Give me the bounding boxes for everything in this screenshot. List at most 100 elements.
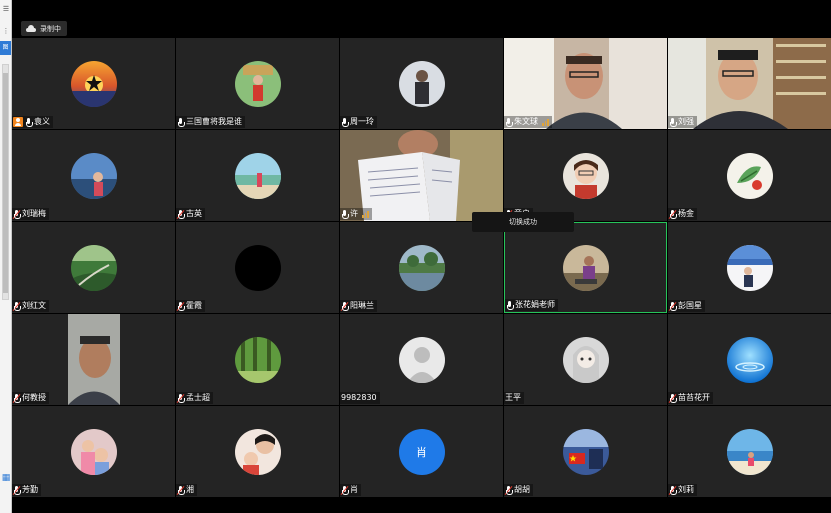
background-tab[interactable]: 图 bbox=[0, 41, 11, 55]
mic-muted-icon bbox=[176, 485, 185, 495]
name-tag: 刘瑞梅 bbox=[12, 208, 49, 220]
scrollbar[interactable] bbox=[2, 64, 9, 300]
participant-name: 王平 bbox=[505, 393, 521, 402]
menu-icon[interactable]: ☰ bbox=[0, 4, 12, 14]
avatar bbox=[562, 152, 609, 199]
avatar bbox=[70, 60, 117, 107]
name-tag: 湘 bbox=[176, 484, 197, 496]
mic-muted-icon bbox=[176, 301, 185, 311]
mic-muted-icon bbox=[12, 393, 21, 403]
participant-tile-active-speaker[interactable]: 张花娟老师 bbox=[504, 222, 667, 313]
participant-name: 刘红文 bbox=[22, 301, 46, 310]
participant-tile[interactable]: 周一玲 bbox=[340, 38, 503, 129]
mic-muted-icon bbox=[668, 393, 677, 403]
avatar bbox=[562, 428, 609, 475]
name-tag: 何教授 bbox=[12, 392, 49, 404]
participant-name: 古英 bbox=[186, 209, 202, 218]
name-tag: 许 bbox=[340, 208, 372, 220]
participant-video bbox=[68, 314, 120, 405]
participant-tile[interactable]: 三国曹将我是谁 bbox=[176, 38, 339, 129]
participant-tile[interactable]: 9982830 bbox=[340, 314, 503, 405]
participant-tile[interactable]: 何教授 bbox=[12, 314, 175, 405]
mic-muted-icon bbox=[176, 393, 185, 403]
name-tag: 王平 bbox=[504, 392, 524, 404]
participant-tile[interactable]: 刘瑞梅 bbox=[12, 130, 175, 221]
participant-tile[interactable]: 古英 bbox=[176, 130, 339, 221]
avatar bbox=[398, 244, 445, 291]
avatar bbox=[726, 244, 773, 291]
participant-tile[interactable]: 朱文球 bbox=[504, 38, 667, 129]
name-tag: 彭国星 bbox=[668, 300, 705, 312]
participant-name: 杨金 bbox=[678, 209, 694, 218]
participant-name: 霍霞 bbox=[186, 301, 202, 310]
participant-tile[interactable]: 湘 bbox=[176, 406, 339, 497]
avatar bbox=[70, 244, 117, 291]
avatar bbox=[726, 336, 773, 383]
mic-muted-icon bbox=[340, 485, 349, 495]
signal-icon bbox=[542, 118, 549, 126]
mic-muted-icon bbox=[340, 301, 349, 311]
avatar bbox=[726, 428, 773, 475]
cloud-record-icon bbox=[26, 25, 36, 32]
mic-muted-icon bbox=[12, 301, 21, 311]
participant-tile[interactable]: 刘强 bbox=[668, 38, 831, 129]
name-tag: 刘莉 bbox=[668, 484, 697, 496]
participant-name: 湘 bbox=[186, 485, 194, 494]
mic-muted-icon bbox=[668, 209, 677, 219]
scrollbar-thumb[interactable] bbox=[3, 73, 8, 293]
name-tag: 胡胡 bbox=[504, 484, 533, 496]
participant-tile[interactable]: 许 bbox=[340, 130, 503, 221]
participant-tile[interactable]: 阳琳兰 bbox=[340, 222, 503, 313]
participant-tile[interactable]: 杨金 bbox=[668, 130, 831, 221]
name-tag: 霍霞 bbox=[176, 300, 205, 312]
mic-muted-icon bbox=[176, 209, 185, 219]
participant-name: 张花娟老师 bbox=[515, 300, 555, 309]
switch-success-toast: 切换成功 bbox=[472, 212, 574, 232]
participant-tile[interactable]: 苗苔花开 bbox=[668, 314, 831, 405]
recording-badge[interactable]: 录制中 bbox=[21, 21, 67, 36]
participant-tile[interactable]: 童启 bbox=[504, 130, 667, 221]
participant-name: 袁义 bbox=[34, 117, 50, 126]
mic-icon bbox=[25, 117, 33, 127]
participant-name: 三国曹将我是谁 bbox=[186, 117, 242, 126]
participant-name: 胡胡 bbox=[514, 485, 530, 494]
dots-icon[interactable]: ⋮ bbox=[0, 26, 12, 36]
participant-name: 刘莉 bbox=[678, 485, 694, 494]
participant-tile[interactable]: 霍霞 bbox=[176, 222, 339, 313]
participant-tile[interactable]: 肖 肖 bbox=[340, 406, 503, 497]
participant-name: 9982830 bbox=[341, 393, 377, 402]
participant-tile[interactable]: 袁义 bbox=[12, 38, 175, 129]
avatar bbox=[562, 244, 609, 291]
avatar bbox=[70, 152, 117, 199]
signal-icon bbox=[362, 210, 369, 218]
avatar bbox=[70, 428, 117, 475]
avatar bbox=[726, 152, 773, 199]
recording-label: 录制中 bbox=[40, 24, 61, 33]
participant-tile[interactable]: 胡胡 bbox=[504, 406, 667, 497]
participant-name: 朱文球 bbox=[514, 117, 538, 126]
avatar bbox=[234, 428, 281, 475]
mic-icon bbox=[177, 117, 185, 127]
name-tag: 芳勤 bbox=[12, 484, 41, 496]
participant-tile[interactable]: 刘莉 bbox=[668, 406, 831, 497]
name-tag: 朱文球 bbox=[504, 116, 552, 128]
participant-tile[interactable]: 芳勤 bbox=[12, 406, 175, 497]
participant-name: 孟士超 bbox=[186, 393, 210, 402]
name-tag: 刘强 bbox=[668, 116, 697, 128]
grid-icon[interactable]: ▦ bbox=[1, 473, 11, 483]
name-tag: 杨金 bbox=[668, 208, 697, 220]
avatar bbox=[562, 336, 609, 383]
avatar bbox=[234, 244, 281, 291]
participant-name: 何教授 bbox=[22, 393, 46, 402]
mic-muted-icon bbox=[12, 209, 21, 219]
participant-tile[interactable]: 刘红文 bbox=[12, 222, 175, 313]
name-tag: 9982830 bbox=[340, 392, 380, 404]
participant-tile[interactable]: 王平 bbox=[504, 314, 667, 405]
avatar bbox=[234, 60, 281, 107]
name-tag: 刘红文 bbox=[12, 300, 49, 312]
avatar bbox=[234, 152, 281, 199]
participant-name: 许 bbox=[350, 209, 358, 218]
participant-tile[interactable]: 孟士超 bbox=[176, 314, 339, 405]
participant-tile[interactable]: 彭国星 bbox=[668, 222, 831, 313]
name-tag: 三国曹将我是谁 bbox=[176, 116, 245, 128]
